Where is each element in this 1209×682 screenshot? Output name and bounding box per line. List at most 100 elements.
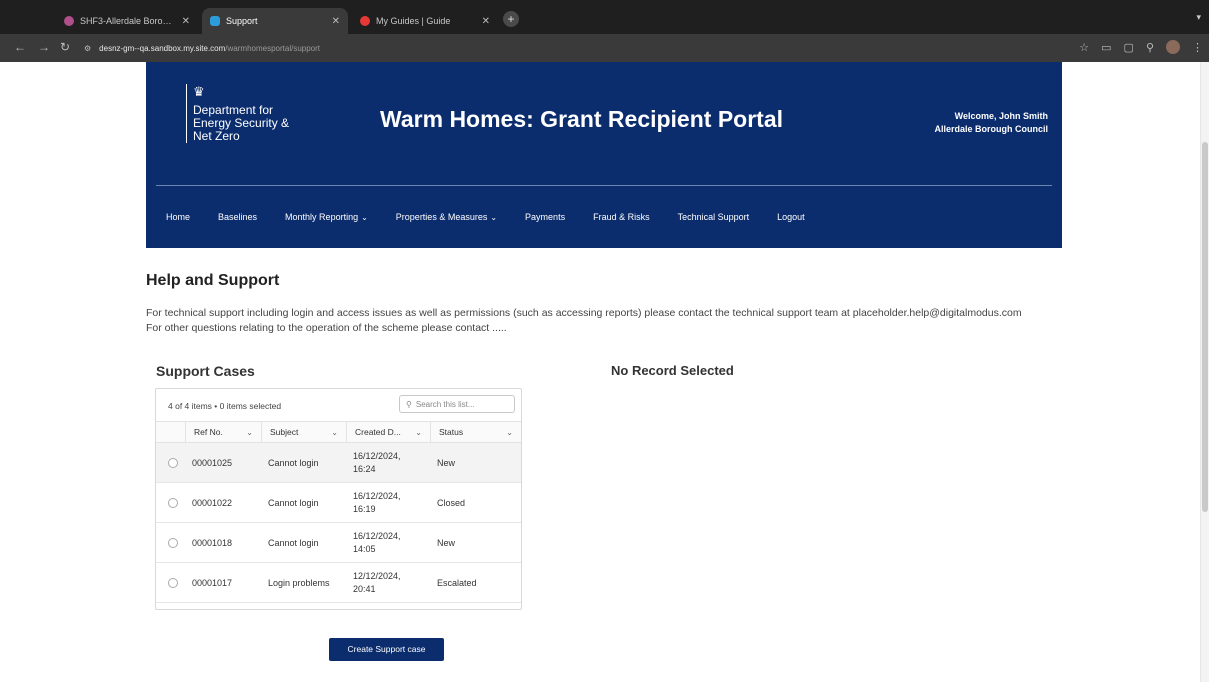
nav-item-baselines[interactable]: Baselines <box>218 212 257 222</box>
portal-title: Warm Homes: Grant Recipient Portal <box>380 106 784 132</box>
avatar[interactable] <box>1166 40 1180 54</box>
column-header-status[interactable]: Status ⌄ <box>431 422 521 442</box>
cell-created: 16/12/2024, 14:05 <box>353 530 401 554</box>
browser-tab[interactable]: SHF3-Allerdale Borough Cou... ✕ <box>56 8 198 34</box>
column-label: Ref No. <box>194 427 223 437</box>
chevron-down-icon: ⌄ <box>490 213 498 222</box>
close-icon[interactable]: ✕ <box>482 16 490 27</box>
nav-label: Payments <box>525 212 566 222</box>
chevron-down-icon[interactable]: ⌄ <box>246 428 253 437</box>
main-nav: Home Baselines Monthly Reporting ⌄ Proper… <box>166 212 833 222</box>
nav-item-payments[interactable]: Payments <box>525 212 565 222</box>
cell-ref: 00001018 <box>192 537 233 548</box>
council-name: Allerdale Borough Council <box>934 124 1048 134</box>
profile-icon[interactable]: ⚲ <box>1146 41 1154 54</box>
nav-item-fraud-risks[interactable]: Fraud & Risks <box>593 212 650 222</box>
cell-created: 16/12/2024, 16:19 <box>353 490 401 514</box>
user-welcome: Welcome, John Smith Allerdale Borough Co… <box>934 110 1048 136</box>
cell-ref: 00001022 <box>192 497 233 508</box>
toolbar-icons: ☆ ▭ ▢ ⚲ ⋮ <box>1079 40 1203 54</box>
search-icon: ⚲ <box>406 399 412 409</box>
table-header: Ref No. ⌄ Subject ⌄ Created D... ⌄ Status ⌄ <box>156 421 521 443</box>
nav-item-home[interactable]: Home <box>166 212 190 222</box>
search-placeholder: Search this list... <box>415 399 475 409</box>
url-path: /warmhomesportal/support <box>225 43 321 53</box>
row-radio[interactable] <box>168 457 178 468</box>
chevron-down-icon[interactable]: ⌄ <box>415 428 422 437</box>
row-select-cell <box>156 563 186 602</box>
nav-label: Home <box>166 212 191 222</box>
row-radio[interactable] <box>168 537 178 548</box>
menu-icon[interactable]: ⋮ <box>1192 41 1203 54</box>
page-content: ♛ Department for Energy Security & Net Z… <box>0 62 1209 682</box>
nav-label: Monthly Reporting <box>285 212 359 222</box>
help-description: For technical support including login an… <box>146 307 1022 334</box>
back-icon[interactable]: ← <box>14 40 26 54</box>
cell-status: New <box>437 537 456 548</box>
tab-favicon-icon <box>360 16 370 26</box>
row-select-cell <box>156 523 186 562</box>
tab-label: My Guides | Guide <box>376 16 451 26</box>
tab-label: Support <box>226 16 258 26</box>
column-label: Subject <box>270 427 299 437</box>
create-support-case-button[interactable]: Create Support case <box>329 638 444 661</box>
cell-status: Closed <box>437 497 466 508</box>
scrollbar-thumb[interactable] <box>1202 142 1208 512</box>
table-row[interactable]: 00001017 Login problems 12/12/2024, 20:4… <box>156 563 521 603</box>
column-header-subject[interactable]: Subject ⌄ <box>262 422 347 442</box>
cell-status: Escalated <box>437 577 477 588</box>
nav-item-properties-measures[interactable]: Properties & Measures ⌄ <box>396 212 497 222</box>
chevron-down-icon[interactable]: ⌄ <box>331 428 338 437</box>
column-header-ref[interactable]: Ref No. ⌄ <box>186 422 262 442</box>
browser-tab-active[interactable]: Support ✕ <box>202 8 348 34</box>
nav-label: Logout <box>777 212 805 222</box>
nav-item-technical-support[interactable]: Technical Support <box>678 212 750 222</box>
close-icon[interactable]: ✕ <box>182 16 190 27</box>
tab-label: SHF3-Allerdale Borough Cou... <box>80 16 176 26</box>
url-host: desnz-gm--qa.sandbox.my.site.com <box>99 43 226 53</box>
row-radio[interactable] <box>168 497 178 508</box>
cell-subject: Login problems <box>268 577 330 588</box>
cell-subject: Cannot login <box>268 457 319 468</box>
cell-ref: 00001017 <box>192 577 233 588</box>
nav-label: Fraud & Risks <box>593 212 650 222</box>
close-icon[interactable]: ✕ <box>332 16 340 27</box>
department-name: Department for Energy Security & Net Zer… <box>193 103 290 143</box>
header-divider <box>156 185 1052 186</box>
page-scrollbar[interactable] <box>1200 62 1209 682</box>
nav-item-logout[interactable]: Logout <box>777 212 805 222</box>
row-radio[interactable] <box>168 577 178 588</box>
nav-item-monthly-reporting[interactable]: Monthly Reporting ⌄ <box>285 212 368 222</box>
cell-created: 16/12/2024, 16:24 <box>353 450 401 474</box>
table-row[interactable]: 00001025 Cannot login 16/12/2024, 16:24 … <box>156 443 521 483</box>
portal-header: ♛ Department for Energy Security & Net Z… <box>146 62 1062 248</box>
table-body: 00001025 Cannot login 16/12/2024, 16:24 … <box>156 443 521 603</box>
extensions-icon[interactable]: ▭ <box>1101 41 1111 54</box>
forward-icon[interactable]: → <box>38 40 50 54</box>
page-title: Help and Support <box>146 272 280 289</box>
cell-subject: Cannot login <box>268 537 319 548</box>
table-row[interactable]: 00001022 Cannot login 16/12/2024, 16:19 … <box>156 483 521 523</box>
tab-search-icon[interactable]: ▾ <box>1196 12 1201 23</box>
select-column-header <box>156 422 186 442</box>
chevron-down-icon[interactable]: ⌄ <box>506 428 513 437</box>
address-bar[interactable]: ⚙ desnz-gm--qa.sandbox.my.site.com /warm… <box>84 39 1044 57</box>
column-label: Status <box>439 427 464 437</box>
downloads-icon[interactable]: ▢ <box>1124 41 1134 54</box>
site-info-icon[interactable]: ⚙ <box>84 44 91 53</box>
tab-favicon-icon <box>210 16 220 26</box>
new-tab-button[interactable]: + <box>503 11 519 27</box>
search-input[interactable]: ⚲ Search this list... <box>399 395 515 413</box>
bookmark-star-icon[interactable]: ☆ <box>1079 41 1089 54</box>
nav-label: Technical Support <box>677 212 750 222</box>
table-row[interactable]: 00001018 Cannot login 16/12/2024, 14:05 … <box>156 523 521 563</box>
department-logo[interactable]: ♛ Department for Energy Security & Net Z… <box>186 84 303 143</box>
column-header-created[interactable]: Created D... ⌄ <box>347 422 431 442</box>
welcome-text: Welcome, John Smith <box>954 111 1048 121</box>
browser-tab[interactable]: My Guides | Guide ✕ <box>352 8 498 34</box>
reload-icon[interactable]: ↻ <box>60 40 70 54</box>
items-count: 4 of 4 items • 0 items selected <box>168 401 282 411</box>
support-cases-table: 4 of 4 items • 0 items selected ⚲ Search… <box>155 388 522 610</box>
row-select-cell <box>156 483 186 522</box>
cell-subject: Cannot login <box>268 497 319 508</box>
